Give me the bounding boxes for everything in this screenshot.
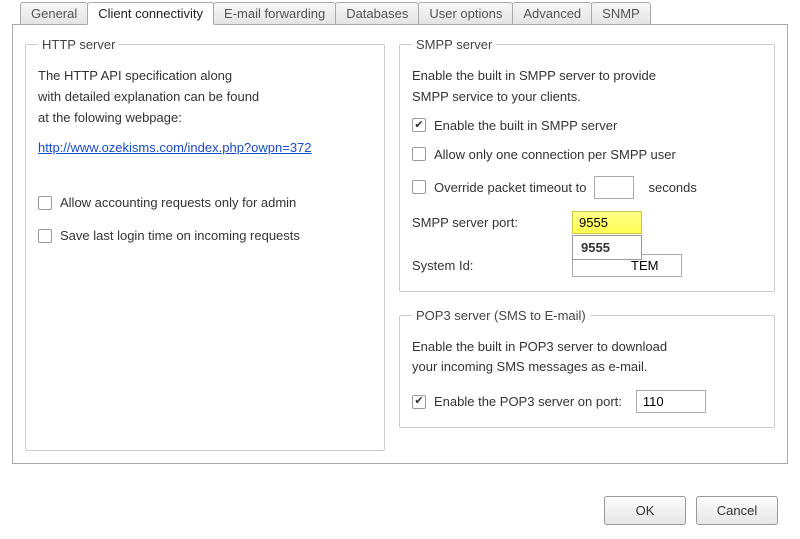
smpp-port-label: SMPP server port: [412, 215, 562, 230]
smpp-server-group: SMPP server Enable the built in SMPP ser… [399, 37, 775, 292]
smpp-explain-line2: SMPP service to your clients. [412, 89, 581, 104]
pop3-server-legend: POP3 server (SMS to E-mail) [412, 308, 590, 323]
http-explain-line3: at the folowing webpage: [38, 110, 182, 125]
pop3-enable-checkbox[interactable] [412, 395, 426, 409]
seconds-label: seconds [648, 180, 696, 195]
tab-general[interactable]: General [20, 2, 88, 25]
allow-admin-checkbox[interactable] [38, 196, 52, 210]
allow-admin-label: Allow accounting requests only for admin [60, 195, 296, 210]
smpp-server-legend: SMPP server [412, 37, 496, 52]
http-api-link[interactable]: http://www.ozekisms.com/index.php?owpn=3… [38, 140, 312, 155]
ok-button[interactable]: OK [604, 496, 686, 525]
pop3-explain-line2: your incoming SMS messages as e-mail. [412, 359, 648, 374]
http-explain-line2: with detailed explanation can be found [38, 89, 259, 104]
pop3-explain-line1: Enable the built in POP3 server to downl… [412, 339, 667, 354]
smpp-timeout-input[interactable] [594, 176, 634, 199]
tab-user-options[interactable]: User options [418, 2, 513, 25]
tab-advanced[interactable]: Advanced [512, 2, 592, 25]
tab-client-connectivity[interactable]: Client connectivity [87, 2, 214, 25]
smpp-override-label: Override packet timeout to [434, 180, 586, 195]
smpp-port-input[interactable] [572, 211, 642, 234]
smpp-override-checkbox[interactable] [412, 180, 426, 194]
save-last-login-label: Save last login time on incoming request… [60, 228, 300, 243]
pop3-port-input[interactable] [636, 390, 706, 413]
tab-snmp[interactable]: SNMP [591, 2, 651, 25]
tab-email-forwarding[interactable]: E-mail forwarding [213, 2, 336, 25]
smpp-one-conn-label: Allow only one connection per SMPP user [434, 147, 676, 162]
tab-bar: General Client connectivity E-mail forwa… [20, 2, 788, 25]
tab-body: HTTP server The HTTP API specification a… [12, 24, 788, 464]
pop3-explain-text: Enable the built in POP3 server to downl… [412, 337, 762, 379]
system-id-label: System Id: [412, 258, 562, 273]
http-explain-line1: The HTTP API specification along [38, 68, 232, 83]
save-last-login-checkbox[interactable] [38, 229, 52, 243]
http-explain-text: The HTTP API specification along with de… [38, 66, 372, 128]
http-server-legend: HTTP server [38, 37, 119, 52]
http-server-group: HTTP server The HTTP API specification a… [25, 37, 385, 451]
cancel-button[interactable]: Cancel [696, 496, 778, 525]
smpp-explain-line1: Enable the built in SMPP server to provi… [412, 68, 656, 83]
smpp-port-autocomplete[interactable]: 9555 [572, 235, 642, 260]
smpp-explain-text: Enable the built in SMPP server to provi… [412, 66, 762, 108]
pop3-server-group: POP3 server (SMS to E-mail) Enable the b… [399, 308, 775, 429]
smpp-one-conn-checkbox[interactable] [412, 147, 426, 161]
smpp-enable-checkbox[interactable] [412, 118, 426, 132]
smpp-enable-label: Enable the built in SMPP server [434, 118, 617, 133]
tab-databases[interactable]: Databases [335, 2, 419, 25]
pop3-enable-label: Enable the POP3 server on port: [434, 394, 622, 409]
